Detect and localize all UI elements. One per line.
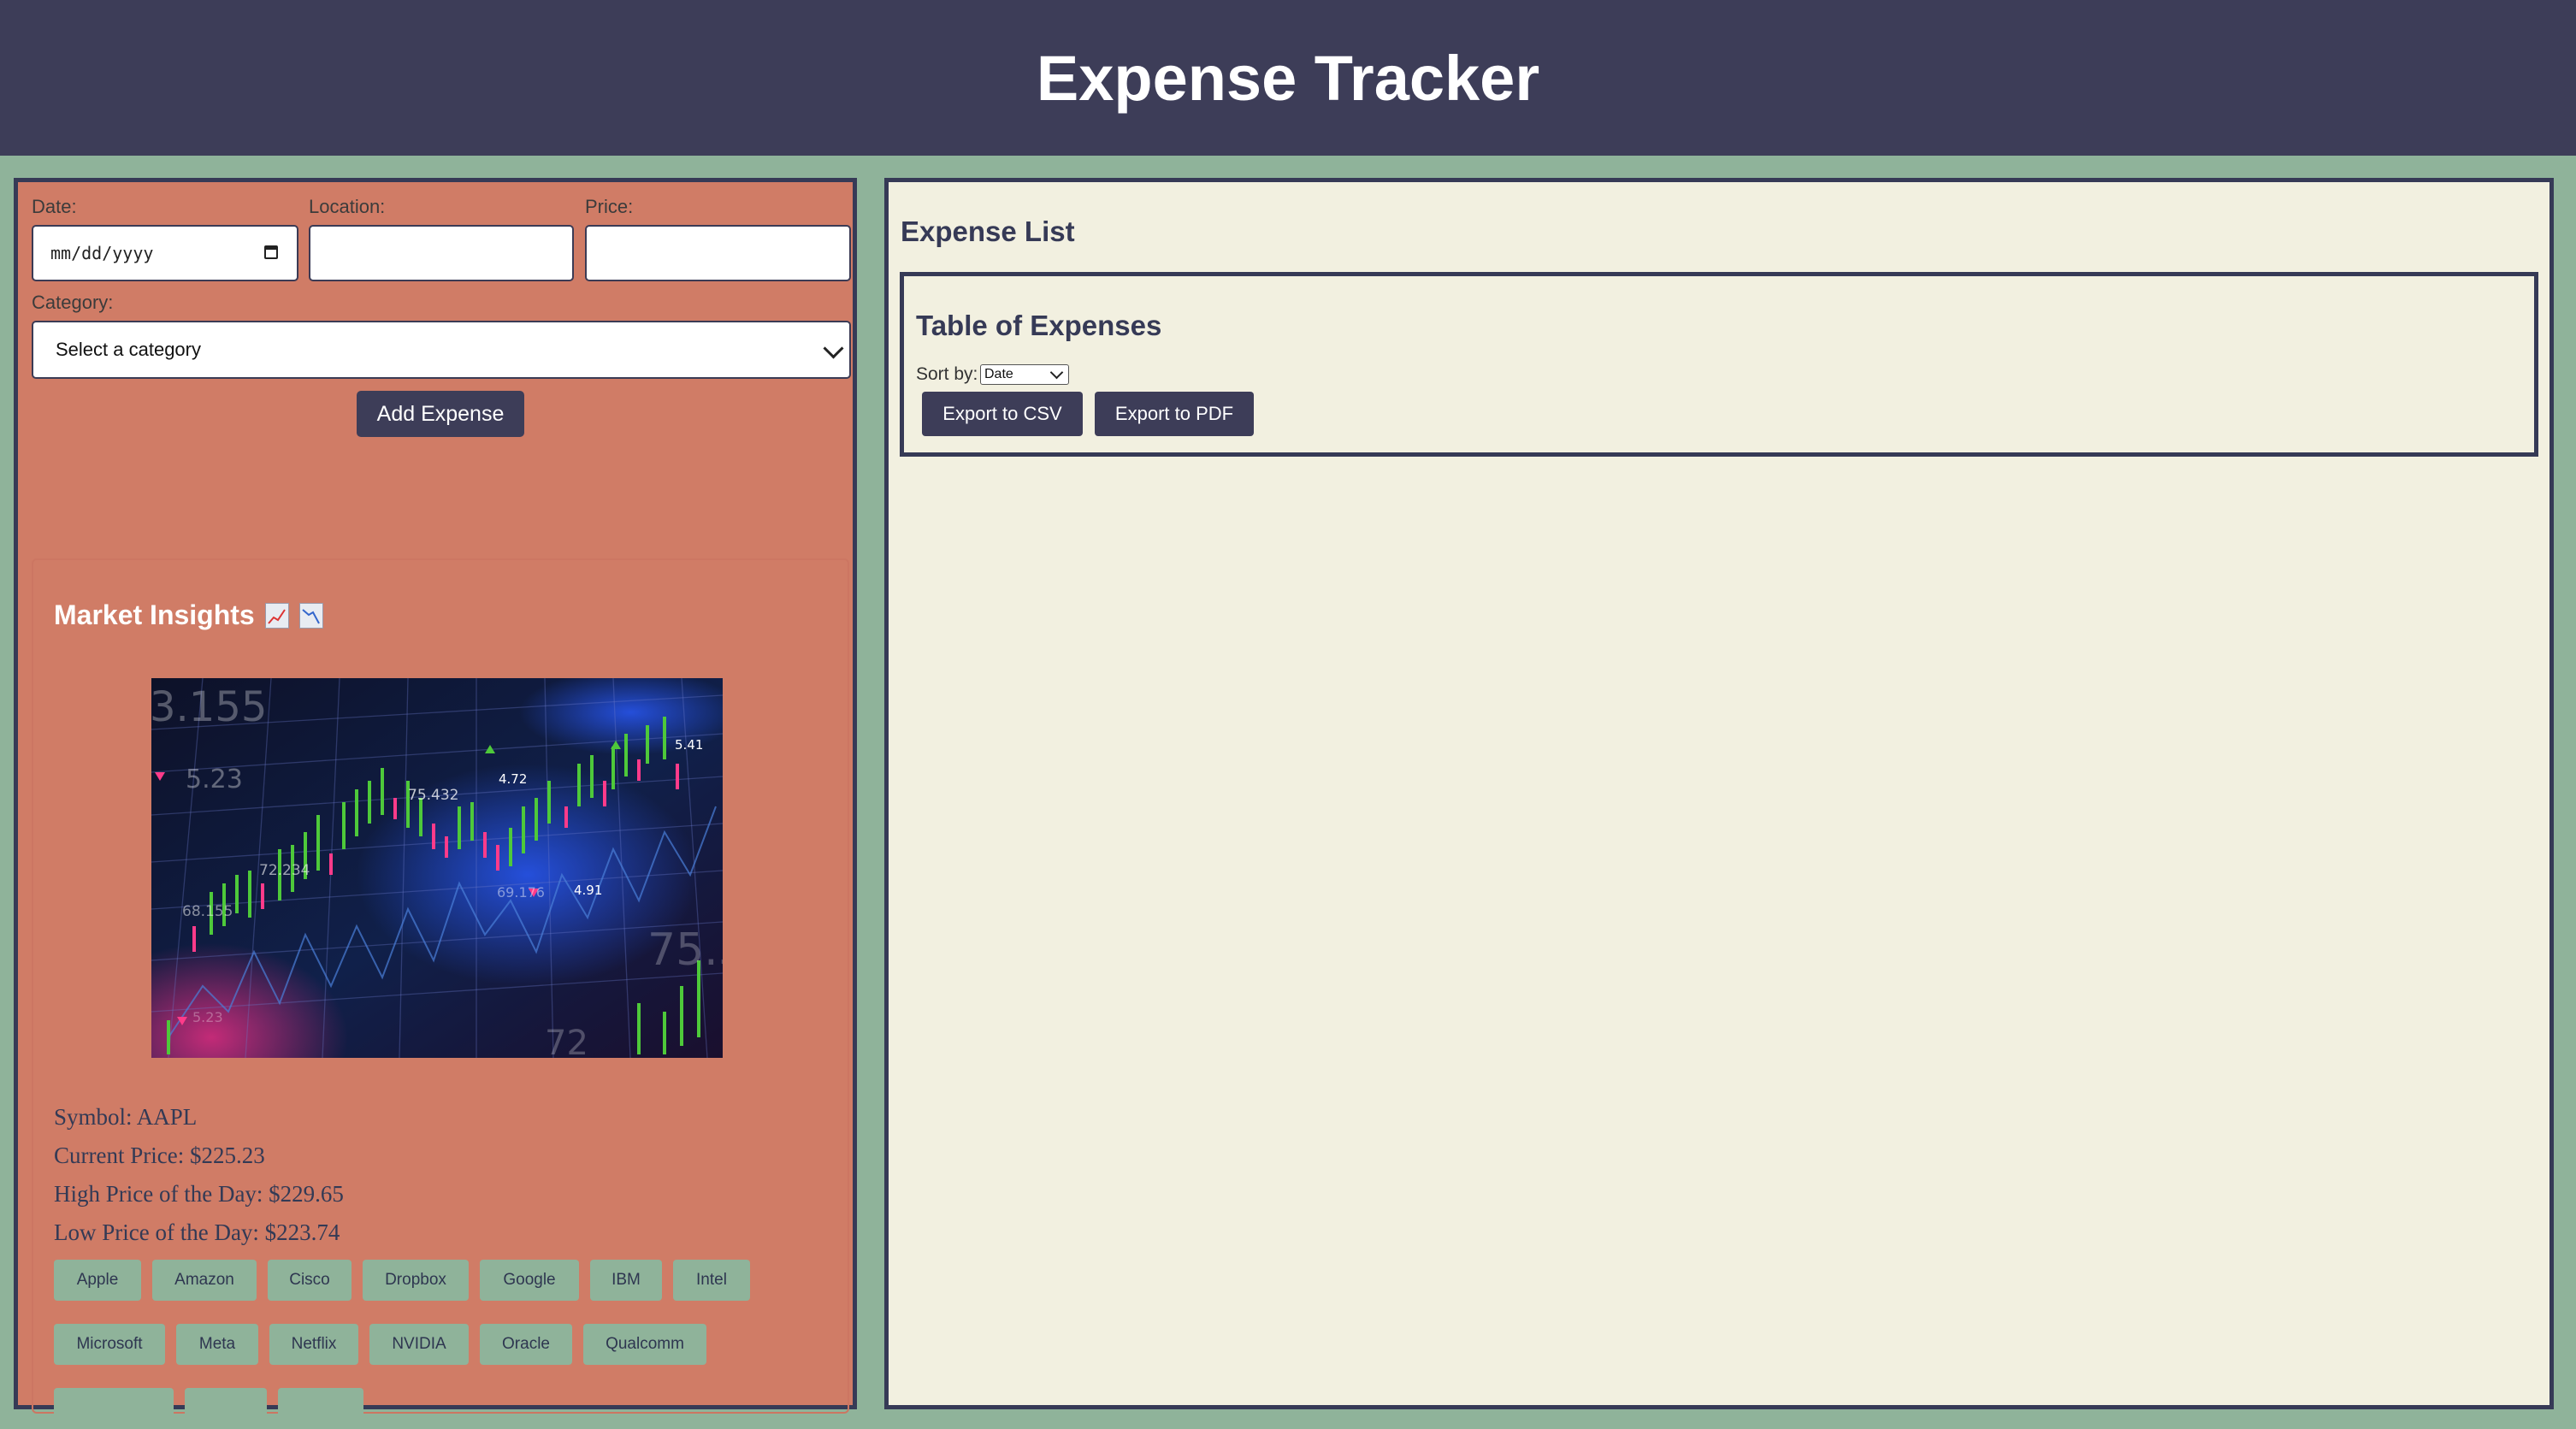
expense-list-title: Expense List: [901, 216, 1075, 247]
company-button-ibm[interactable]: IBM: [590, 1260, 662, 1301]
chart-label-523: 5.23: [186, 765, 243, 794]
app-title: Expense Tracker: [1036, 42, 1540, 114]
company-button-microsoft[interactable]: Microsoft: [54, 1324, 165, 1365]
expense-table-title: Table of Expenses: [916, 310, 1162, 341]
company-button-row3-1[interactable]: [54, 1388, 174, 1429]
chevron-down-icon: [1049, 365, 1064, 380]
chart-label-755: 75.5: [647, 924, 723, 976]
stock-chart-image: 3.155 5.23 75.432 4.72 5.41 72.234 68.15…: [74, 670, 747, 1131]
stock-high-price: High Price of the Day: $229.65: [54, 1181, 344, 1207]
chart-label-523-small: 5.23: [192, 1009, 223, 1025]
calendar-icon[interactable]: [264, 245, 278, 259]
app-header: Expense Tracker: [0, 0, 2576, 156]
chart-decreasing-icon: [298, 602, 323, 629]
stock-low-price: Low Price of the Day: $223.74: [54, 1219, 340, 1245]
company-button-meta[interactable]: Meta: [176, 1324, 258, 1365]
company-button-nvidia[interactable]: NVIDIA: [369, 1324, 469, 1365]
chart-label-491: 4.91: [574, 883, 602, 898]
market-insights-title: Market Insights: [54, 599, 255, 630]
company-button-qualcomm[interactable]: Qualcomm: [583, 1324, 706, 1365]
date-placeholder: mm/dd/yyyy: [50, 243, 154, 263]
company-button-dropbox[interactable]: Dropbox: [363, 1260, 469, 1301]
company-button-cisco[interactable]: Cisco: [268, 1260, 352, 1301]
chart-label-72: 72: [545, 1024, 588, 1058]
expense-form-panel: Date: mm/dd/yyyy Location: Price: Catego…: [14, 178, 857, 1429]
company-button-oracle[interactable]: Oracle: [480, 1324, 572, 1365]
chart-label-472: 4.72: [499, 771, 527, 787]
company-button-intel[interactable]: Intel: [673, 1260, 750, 1301]
chart-label-68155: 68.155: [182, 903, 233, 920]
market-insights-heading: Market Insights: [54, 599, 323, 631]
chart-label-541: 5.41: [675, 737, 703, 753]
price-input[interactable]: [585, 225, 851, 281]
sort-select[interactable]: Date: [980, 364, 1069, 385]
stock-current-price: Current Price: $225.23: [54, 1143, 265, 1168]
company-button-amazon[interactable]: Amazon: [152, 1260, 257, 1301]
chevron-down-icon: [823, 338, 844, 359]
company-button-row3-3[interactable]: [278, 1388, 363, 1429]
chart-increasing-icon: [264, 602, 289, 629]
price-label: Price:: [585, 196, 634, 217]
chart-label-69176: 69.176: [497, 884, 545, 901]
category-label: Category:: [32, 292, 114, 313]
date-label: Date:: [32, 196, 77, 217]
export-pdf-button[interactable]: Export to PDF: [1095, 392, 1254, 436]
sort-selected-value: Date: [984, 367, 1013, 381]
company-button-netflix[interactable]: Netflix: [269, 1324, 358, 1365]
export-csv-button[interactable]: Export to CSV: [922, 392, 1083, 436]
location-input[interactable]: [309, 225, 574, 281]
category-select[interactable]: Select a category: [32, 321, 851, 379]
category-selected: Select a category: [56, 339, 201, 360]
company-button-google[interactable]: Google: [480, 1260, 579, 1301]
company-button-row3-2[interactable]: [185, 1388, 267, 1429]
date-input[interactable]: mm/dd/yyyy: [32, 225, 298, 281]
stock-symbol: Symbol: AAPL: [54, 1104, 198, 1130]
chart-label-3155: 3.155: [151, 683, 267, 731]
company-button-apple[interactable]: Apple: [54, 1260, 141, 1301]
sort-label: Sort by:: [916, 364, 978, 384]
add-expense-button[interactable]: Add Expense: [357, 391, 524, 437]
chart-label-75432: 75.432: [408, 787, 458, 804]
location-label: Location:: [309, 196, 386, 217]
chart-label-72234: 72.234: [259, 862, 310, 879]
